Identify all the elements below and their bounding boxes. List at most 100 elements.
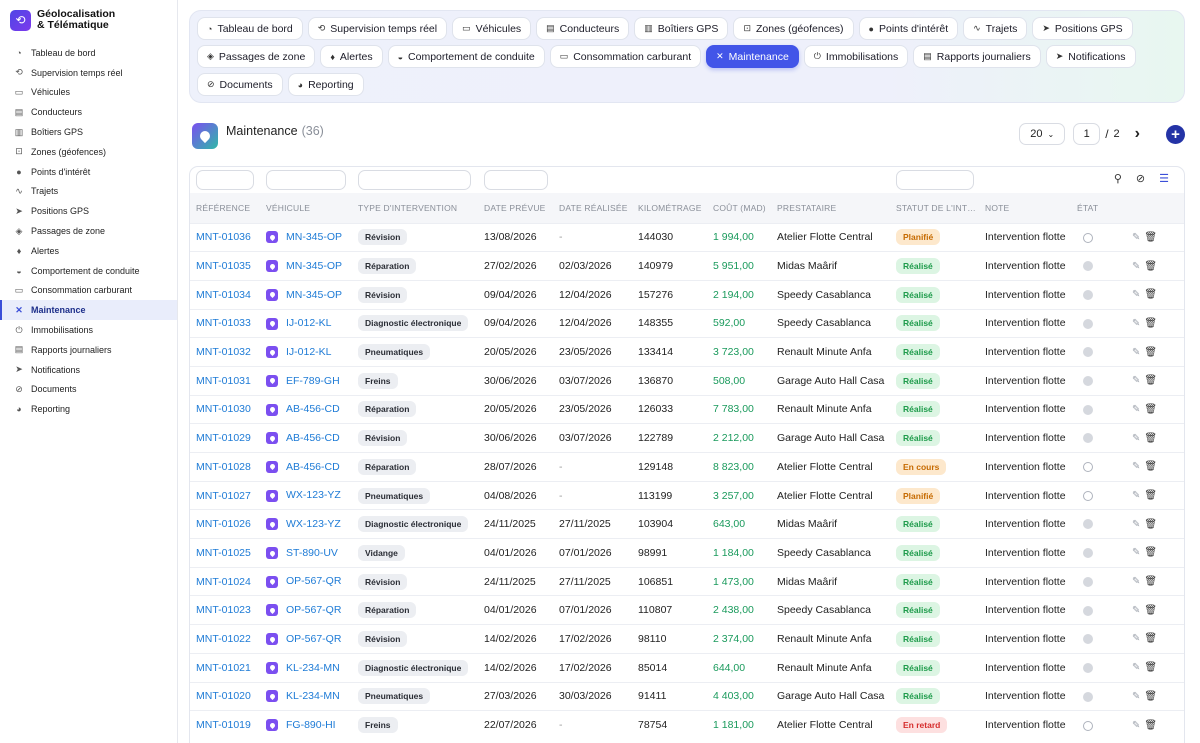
- sidebar-item[interactable]: ♦ Alertes: [0, 241, 177, 261]
- reference-link[interactable]: MNT-01036: [190, 223, 260, 252]
- tab[interactable]: ⊘ Documents: [197, 73, 283, 96]
- vehicle-link[interactable]: MN-345-OP: [286, 289, 342, 301]
- column-header[interactable]: VÉHICULE: [260, 193, 352, 223]
- trash-icon[interactable]: 🗑: [1144, 576, 1157, 587]
- reference-link[interactable]: MNT-01022: [190, 625, 260, 654]
- trash-icon[interactable]: 🗑: [1144, 461, 1157, 472]
- sidebar-item[interactable]: ✕ Maintenance: [0, 300, 177, 321]
- vehicle-link[interactable]: IJ-012-KL: [286, 346, 332, 358]
- vehicle-cell[interactable]: FG-890-HI: [260, 711, 352, 740]
- tab[interactable]: ▤ Conducteurs: [536, 17, 630, 40]
- sidebar-item[interactable]: ● Points d'intérêt: [0, 162, 177, 182]
- edit-icon[interactable]: ✎: [1132, 691, 1140, 702]
- vehicle-cell[interactable]: EF-789-GH: [260, 366, 352, 395]
- current-page-input[interactable]: 1: [1073, 123, 1101, 145]
- column-header[interactable]: STATUT DE L'INTERVENTION: [890, 193, 979, 223]
- vehicle-link[interactable]: KL-234-MN: [286, 690, 340, 702]
- sidebar-item[interactable]: ⊘ Documents: [0, 380, 177, 400]
- trash-icon[interactable]: 🗑: [1144, 375, 1157, 386]
- vehicle-link[interactable]: IJ-012-KL: [286, 317, 332, 329]
- vehicle-link[interactable]: AB-456-CD: [286, 461, 340, 473]
- tab[interactable]: ⏻ Immobilisations: [803, 45, 909, 68]
- edit-icon[interactable]: ✎: [1132, 720, 1140, 731]
- sidebar-item[interactable]: ∿ Trajets: [0, 182, 177, 202]
- edit-icon[interactable]: ✎: [1132, 232, 1140, 243]
- tab[interactable]: ◈ Passages de zone: [197, 45, 316, 68]
- column-header[interactable]: COÛT (MAD): [707, 193, 771, 223]
- tab[interactable]: ▭ Véhicules: [452, 17, 532, 40]
- vehicle-link[interactable]: ST-890-UV: [286, 547, 338, 559]
- sidebar-item[interactable]: ▤ Conducteurs: [0, 102, 177, 122]
- vehicle-link[interactable]: KL-234-MN: [286, 662, 340, 674]
- tab[interactable]: ◕ Reporting: [287, 73, 364, 96]
- edit-icon[interactable]: ✎: [1132, 547, 1140, 558]
- table-row[interactable]: MNT-01035 MN-345-OP Réparation 27/02/202…: [190, 251, 1184, 281]
- column-header[interactable]: ÉTAT: [1071, 193, 1126, 223]
- table-row[interactable]: MNT-01030 AB-456-CD Réparation 20/05/202…: [190, 395, 1184, 424]
- vehicle-cell[interactable]: KL-234-MN: [260, 682, 352, 711]
- next-page-icon[interactable]: ›: [1135, 125, 1140, 143]
- sidebar-item[interactable]: ⟲ Supervision temps réel: [0, 63, 177, 83]
- sidebar-item[interactable]: ▭ Véhicules: [0, 83, 177, 103]
- reference-link[interactable]: MNT-01025: [190, 539, 260, 568]
- tab[interactable]: ⊡ Zones (géofences): [733, 17, 854, 40]
- table-row[interactable]: MNT-01029 AB-456-CD Révision 30/06/2026 …: [190, 423, 1184, 453]
- table-row[interactable]: MNT-01033 IJ-012-KL Diagnostic électroni…: [190, 309, 1184, 338]
- table-row[interactable]: MNT-01034 MN-345-OP Révision 09/04/2026 …: [190, 280, 1184, 309]
- table-row[interactable]: MNT-01028 AB-456-CD Réparation 28/07/202…: [190, 452, 1184, 482]
- table-row[interactable]: MNT-01022 OP-567-QR Révision 14/02/2026 …: [190, 624, 1184, 654]
- sidebar-item[interactable]: ◕ Reporting: [0, 399, 177, 419]
- tab[interactable]: ◔ Tableau de bord: [197, 17, 303, 40]
- vehicle-link[interactable]: WX-123-YZ: [286, 489, 341, 501]
- trash-icon[interactable]: 🗑: [1144, 547, 1157, 558]
- edit-icon[interactable]: ✎: [1132, 318, 1140, 329]
- filter-date-input[interactable]: [484, 170, 548, 190]
- edit-icon[interactable]: ✎: [1132, 490, 1140, 501]
- clear-filter-icon[interactable]: ⊘: [1136, 172, 1145, 185]
- vehicle-cell[interactable]: MN-345-OP: [260, 280, 352, 309]
- tab[interactable]: ▤ Rapports journaliers: [913, 45, 1041, 68]
- tab[interactable]: ♦ Alertes: [320, 45, 383, 68]
- reference-link[interactable]: MNT-01033: [190, 309, 260, 338]
- trash-icon[interactable]: 🗑: [1144, 318, 1157, 329]
- trash-icon[interactable]: 🗑: [1144, 519, 1157, 530]
- vehicle-cell[interactable]: MN-345-OP: [260, 252, 352, 281]
- vehicle-cell[interactable]: OP-567-QR: [260, 596, 352, 625]
- reference-link[interactable]: MNT-01035: [190, 252, 260, 281]
- tab[interactable]: ➤ Positions GPS: [1032, 17, 1133, 40]
- vehicle-link[interactable]: EF-789-GH: [286, 375, 340, 387]
- trash-icon[interactable]: 🗑: [1144, 261, 1157, 272]
- reference-link[interactable]: MNT-01030: [190, 395, 260, 424]
- reference-link[interactable]: MNT-01028: [190, 453, 260, 482]
- vehicle-cell[interactable]: ST-890-UV: [260, 539, 352, 568]
- filter-vehicle-input[interactable]: [266, 170, 346, 190]
- vehicle-cell[interactable]: WX-123-YZ: [260, 481, 352, 510]
- page-size-select[interactable]: 20 ⌄: [1019, 123, 1066, 145]
- column-header[interactable]: DATE PRÉVUE: [478, 193, 553, 223]
- table-row[interactable]: MNT-01025 ST-890-UV Vidange 04/01/2026 0…: [190, 538, 1184, 568]
- table-row[interactable]: MNT-01024 OP-567-QR Révision 24/11/2025 …: [190, 567, 1184, 596]
- table-row[interactable]: MNT-01032 IJ-012-KL Pneumatiques 20/05/2…: [190, 337, 1184, 367]
- edit-icon[interactable]: ✎: [1132, 461, 1140, 472]
- filter-reference-input[interactable]: [196, 170, 254, 190]
- vehicle-link[interactable]: MN-345-OP: [286, 231, 342, 243]
- vehicle-link[interactable]: AB-456-CD: [286, 403, 340, 415]
- tab[interactable]: ● Points d'intérêt: [858, 17, 959, 40]
- column-header[interactable]: NOTE: [979, 193, 1071, 223]
- column-header[interactable]: RÉFÉRENCE: [190, 193, 260, 223]
- trash-icon[interactable]: 🗑: [1144, 232, 1157, 243]
- sidebar-item[interactable]: ◒ Comportement de conduite: [0, 261, 177, 281]
- vehicle-cell[interactable]: KL-234-MN: [260, 653, 352, 682]
- edit-icon[interactable]: ✎: [1132, 519, 1140, 530]
- vehicle-link[interactable]: FG-890-HI: [286, 719, 336, 731]
- vehicle-link[interactable]: AB-456-CD: [286, 432, 340, 444]
- trash-icon[interactable]: 🗑: [1144, 404, 1157, 415]
- add-icon[interactable]: +: [1166, 124, 1185, 144]
- sidebar-item[interactable]: ➤ Positions GPS: [0, 201, 177, 221]
- trash-icon[interactable]: 🗑: [1144, 490, 1157, 501]
- vehicle-cell[interactable]: AB-456-CD: [260, 453, 352, 482]
- tab[interactable]: ◒ Comportement de conduite: [387, 45, 545, 68]
- column-header[interactable]: DATE RÉALISÉE: [553, 193, 632, 223]
- vehicle-cell[interactable]: IJ-012-KL: [260, 338, 352, 367]
- filter-type-input[interactable]: [358, 170, 471, 190]
